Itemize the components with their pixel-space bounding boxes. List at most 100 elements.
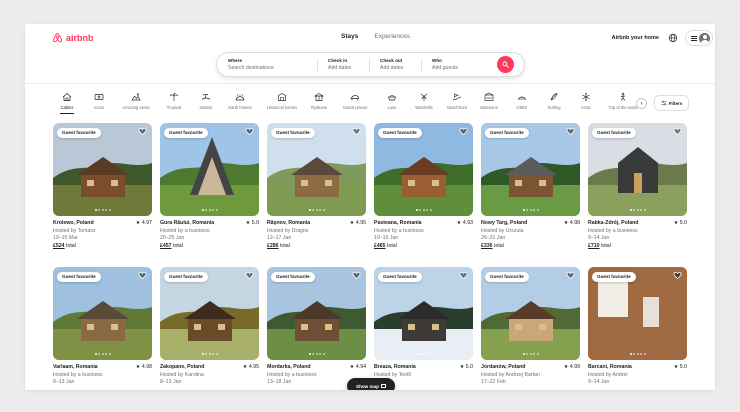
listing-price[interactable]: £465 total xyxy=(374,243,473,249)
carousel-dot[interactable] xyxy=(108,209,111,211)
search-check-in[interactable]: Check in Add dates xyxy=(317,53,369,76)
carousel-dot[interactable] xyxy=(94,209,97,211)
heart-icon[interactable] xyxy=(673,271,682,280)
listing-price[interactable]: £710 total xyxy=(588,243,687,249)
check-in-input[interactable]: Add dates xyxy=(328,65,369,71)
listing-card[interactable]: Guest favourite Zakopane, Poland ★ 4.95 Hos… xyxy=(160,267,259,387)
check-out-input[interactable]: Add dates xyxy=(380,65,421,71)
who-input[interactable]: Add guests xyxy=(432,65,491,71)
heart-icon[interactable] xyxy=(459,271,468,280)
carousel-dot[interactable] xyxy=(105,353,107,355)
listing-price[interactable]: £336 total xyxy=(481,243,580,249)
carousel-dot[interactable] xyxy=(422,353,425,355)
airbnb-logo[interactable]: airbnb xyxy=(52,32,94,43)
carousel-dot[interactable] xyxy=(526,209,528,211)
carousel-dot[interactable] xyxy=(640,209,642,211)
carousel-dot[interactable] xyxy=(422,209,425,211)
carousel-dot[interactable] xyxy=(415,209,418,211)
filters-button[interactable]: Filters xyxy=(654,95,689,111)
heart-icon[interactable] xyxy=(245,271,254,280)
carousel-dot[interactable] xyxy=(101,209,104,211)
carousel-dot[interactable] xyxy=(205,209,207,211)
globe-icon[interactable] xyxy=(668,33,678,43)
listing-photo[interactable]: Guest favourite xyxy=(374,123,473,216)
carousel-dot[interactable] xyxy=(429,353,432,355)
heart-icon[interactable] xyxy=(245,127,254,136)
listing-card[interactable]: Guest favourite Nowy Targ, Poland ★ 4.98 Ho… xyxy=(481,123,580,249)
carousel-dot[interactable] xyxy=(633,353,635,355)
carousel-dot[interactable] xyxy=(322,353,325,355)
show-map-button[interactable]: Show map xyxy=(347,378,395,390)
carousel-dot[interactable] xyxy=(201,353,204,355)
heart-icon[interactable] xyxy=(352,271,361,280)
heart-icon[interactable] xyxy=(566,127,575,136)
carousel-dot[interactable] xyxy=(429,209,432,211)
listing-card[interactable]: Guest favourite Rabka-Zdrój, Poland ★ 5.0 H… xyxy=(588,123,687,249)
where-input[interactable]: Search destinations xyxy=(228,65,317,71)
carousel-dot[interactable] xyxy=(105,209,107,211)
carousel-dot[interactable] xyxy=(629,353,632,355)
listing-photo[interactable]: Guest favourite xyxy=(267,123,366,216)
heart-icon[interactable] xyxy=(566,271,575,280)
heart-icon[interactable] xyxy=(138,271,147,280)
listing-photo[interactable]: Guest favourite xyxy=(588,123,687,216)
tab-stays[interactable]: Stays xyxy=(341,33,358,40)
carousel-dot[interactable] xyxy=(643,209,646,211)
listing-price[interactable]: £286 total xyxy=(267,243,366,249)
tab-experiences[interactable]: Experiences xyxy=(374,33,410,40)
carousel-dot[interactable] xyxy=(419,209,421,211)
listing-photo[interactable]: Guest favourite xyxy=(588,267,687,360)
carousel-dot[interactable] xyxy=(640,353,642,355)
listing-photo[interactable]: Guest favourite xyxy=(53,267,152,360)
user-menu-button[interactable] xyxy=(685,30,713,46)
carousel-dot[interactable] xyxy=(426,209,428,211)
carousel-dot[interactable] xyxy=(208,353,211,355)
carousel-dot[interactable] xyxy=(529,209,532,211)
carousel-dot[interactable] xyxy=(415,353,418,355)
carousel-dot[interactable] xyxy=(319,209,321,211)
carousel-dot[interactable] xyxy=(536,209,539,211)
carousel-dot[interactable] xyxy=(643,353,646,355)
listing-card[interactable]: Guest favourite Breaza, Romania ★ 5.0 Hoste… xyxy=(374,267,473,381)
carousel-dot[interactable] xyxy=(98,209,100,211)
search-where[interactable]: Where Search destinations xyxy=(217,53,317,76)
carousel-dot[interactable] xyxy=(426,353,428,355)
carousel-dot[interactable] xyxy=(633,209,635,211)
listing-photo[interactable]: Guest favourite xyxy=(481,267,580,360)
heart-icon[interactable] xyxy=(459,127,468,136)
carousel-dot[interactable] xyxy=(108,353,111,355)
carousel-dot[interactable] xyxy=(529,353,532,355)
carousel-dot[interactable] xyxy=(94,353,97,355)
listing-photo[interactable]: Guest favourite xyxy=(160,123,259,216)
listing-card[interactable]: Guest favourite Pasteana, Romania ★ 4.93 Ho… xyxy=(374,123,473,249)
carousel-dot[interactable] xyxy=(522,209,525,211)
carousel-dot[interactable] xyxy=(319,353,321,355)
carousel-dot[interactable] xyxy=(312,209,314,211)
carousel-dot[interactable] xyxy=(315,209,318,211)
heart-icon[interactable] xyxy=(138,127,147,136)
listing-photo[interactable]: Guest favourite xyxy=(267,267,366,360)
carousel-dot[interactable] xyxy=(212,353,214,355)
listing-photo[interactable]: Guest favourite xyxy=(481,123,580,216)
categories-next-button[interactable]: › xyxy=(636,98,647,109)
carousel-dot[interactable] xyxy=(312,353,314,355)
carousel-dot[interactable] xyxy=(308,209,311,211)
carousel-dot[interactable] xyxy=(526,353,528,355)
carousel-dot[interactable] xyxy=(419,353,421,355)
search-who[interactable]: Who Add guests xyxy=(421,53,491,76)
heart-icon[interactable] xyxy=(673,127,682,136)
listing-card[interactable]: Guest favourite Krolewo, Poland ★ 4.97 Host… xyxy=(53,123,152,249)
carousel-dot[interactable] xyxy=(636,209,639,211)
carousel-dot[interactable] xyxy=(315,353,318,355)
airbnb-your-home-link[interactable]: Airbnb your home xyxy=(612,35,659,41)
listing-photo[interactable]: Guest favourite xyxy=(160,267,259,360)
carousel-dot[interactable] xyxy=(533,353,535,355)
listing-photo[interactable]: Guest favourite xyxy=(53,123,152,216)
listing-card[interactable]: Guest favourite Mordarka, Poland ★ 4.94 Hos… xyxy=(267,267,366,387)
carousel-dot[interactable] xyxy=(533,209,535,211)
carousel-dot[interactable] xyxy=(215,353,218,355)
search-button[interactable] xyxy=(497,56,514,73)
carousel-dot[interactable] xyxy=(322,209,325,211)
carousel-dot[interactable] xyxy=(308,353,311,355)
listing-card[interactable]: Guest favourite Jordanów, Poland ★ 4.99 Hos… xyxy=(481,267,580,387)
